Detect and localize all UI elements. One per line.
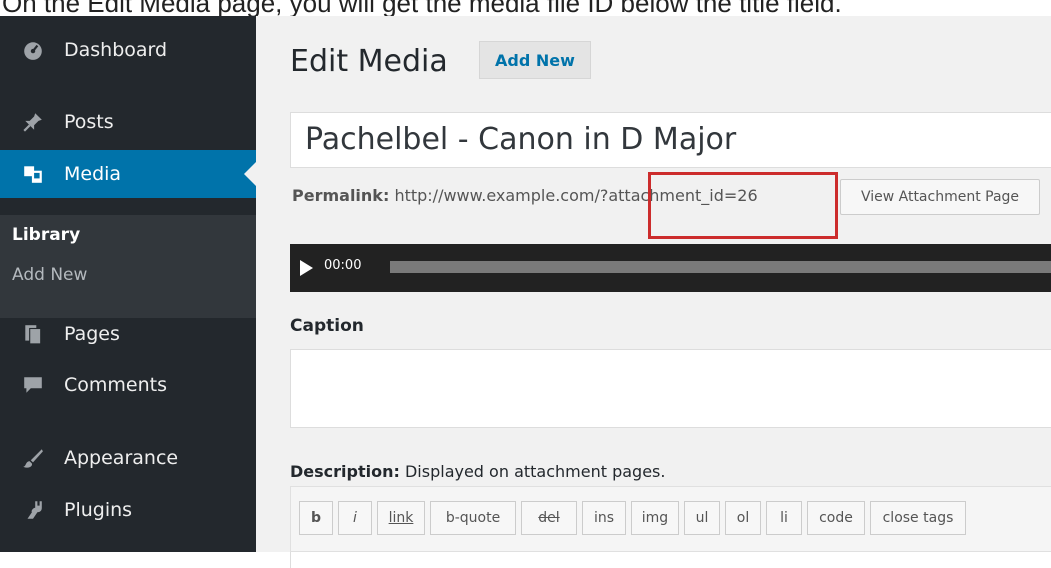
qt-ol-button[interactable]: ol: [725, 501, 761, 535]
menu-item-plugins[interactable]: Plugins: [0, 486, 256, 534]
main-content: Edit Media Add New Pachelbel - Canon in …: [256, 16, 1051, 568]
qt-bold-button[interactable]: b: [299, 501, 333, 535]
qt-ul-button[interactable]: ul: [684, 501, 720, 535]
quicktags-toolbar: b i link b-quote del ins img ul ol li co…: [290, 486, 1051, 552]
media-submenu: Library Add New: [0, 215, 256, 318]
plugin-icon: [27, 501, 42, 519]
qt-link-button[interactable]: link: [377, 501, 425, 535]
paintbrush-icon: [23, 449, 43, 468]
view-attachment-button[interactable]: View Attachment Page: [840, 179, 1040, 215]
caption-label: Caption: [290, 316, 364, 336]
pushpin-icon: [23, 113, 42, 132]
submenu-item-add-new[interactable]: Add New: [12, 265, 87, 285]
add-new-button[interactable]: Add New: [479, 41, 591, 79]
page-title: Edit Media: [290, 44, 448, 79]
pages-icon: [25, 325, 42, 345]
qt-code-button[interactable]: code: [807, 501, 865, 535]
qt-ins-button[interactable]: ins: [582, 501, 626, 535]
active-indicator: [244, 162, 256, 186]
description-textarea[interactable]: [290, 552, 1051, 568]
menu-item-comments[interactable]: Comments: [0, 361, 256, 409]
player-time: 00:00: [324, 258, 362, 273]
audio-player: 00:00: [290, 244, 1051, 292]
title-input[interactable]: Pachelbel - Canon in D Major: [290, 112, 1051, 168]
submenu-item-library[interactable]: Library: [12, 225, 80, 245]
qt-bquote-button[interactable]: b-quote: [430, 501, 516, 535]
qt-italic-button[interactable]: i: [338, 501, 372, 535]
admin-sidebar: Dashboard Posts Media Library Add New Pa…: [0, 16, 256, 552]
qt-del-button[interactable]: del: [521, 501, 577, 535]
play-icon[interactable]: [300, 260, 313, 276]
qt-li-button[interactable]: li: [766, 501, 802, 535]
attachment-id-highlight: [648, 172, 838, 239]
comment-icon: [24, 377, 42, 393]
qt-close-tags-button[interactable]: close tags: [870, 501, 966, 535]
menu-item-pages[interactable]: Pages: [0, 310, 256, 358]
qt-img-button[interactable]: img: [631, 501, 679, 535]
progress-bar[interactable]: [390, 261, 1051, 273]
caption-textarea[interactable]: [290, 349, 1051, 428]
dashboard-icon: [24, 42, 42, 60]
tutorial-caption: On the Edit Media page, you will get the…: [0, 0, 1051, 16]
media-icon: [24, 166, 42, 183]
menu-item-dashboard[interactable]: Dashboard: [0, 26, 256, 74]
menu-item-media[interactable]: Media: [0, 150, 256, 198]
permalink-label: Permalink:: [292, 186, 390, 205]
menu-item-appearance[interactable]: Appearance: [0, 434, 256, 482]
description-label: Description: Displayed on attachment pag…: [290, 462, 666, 481]
menu-item-posts[interactable]: Posts: [0, 98, 256, 146]
